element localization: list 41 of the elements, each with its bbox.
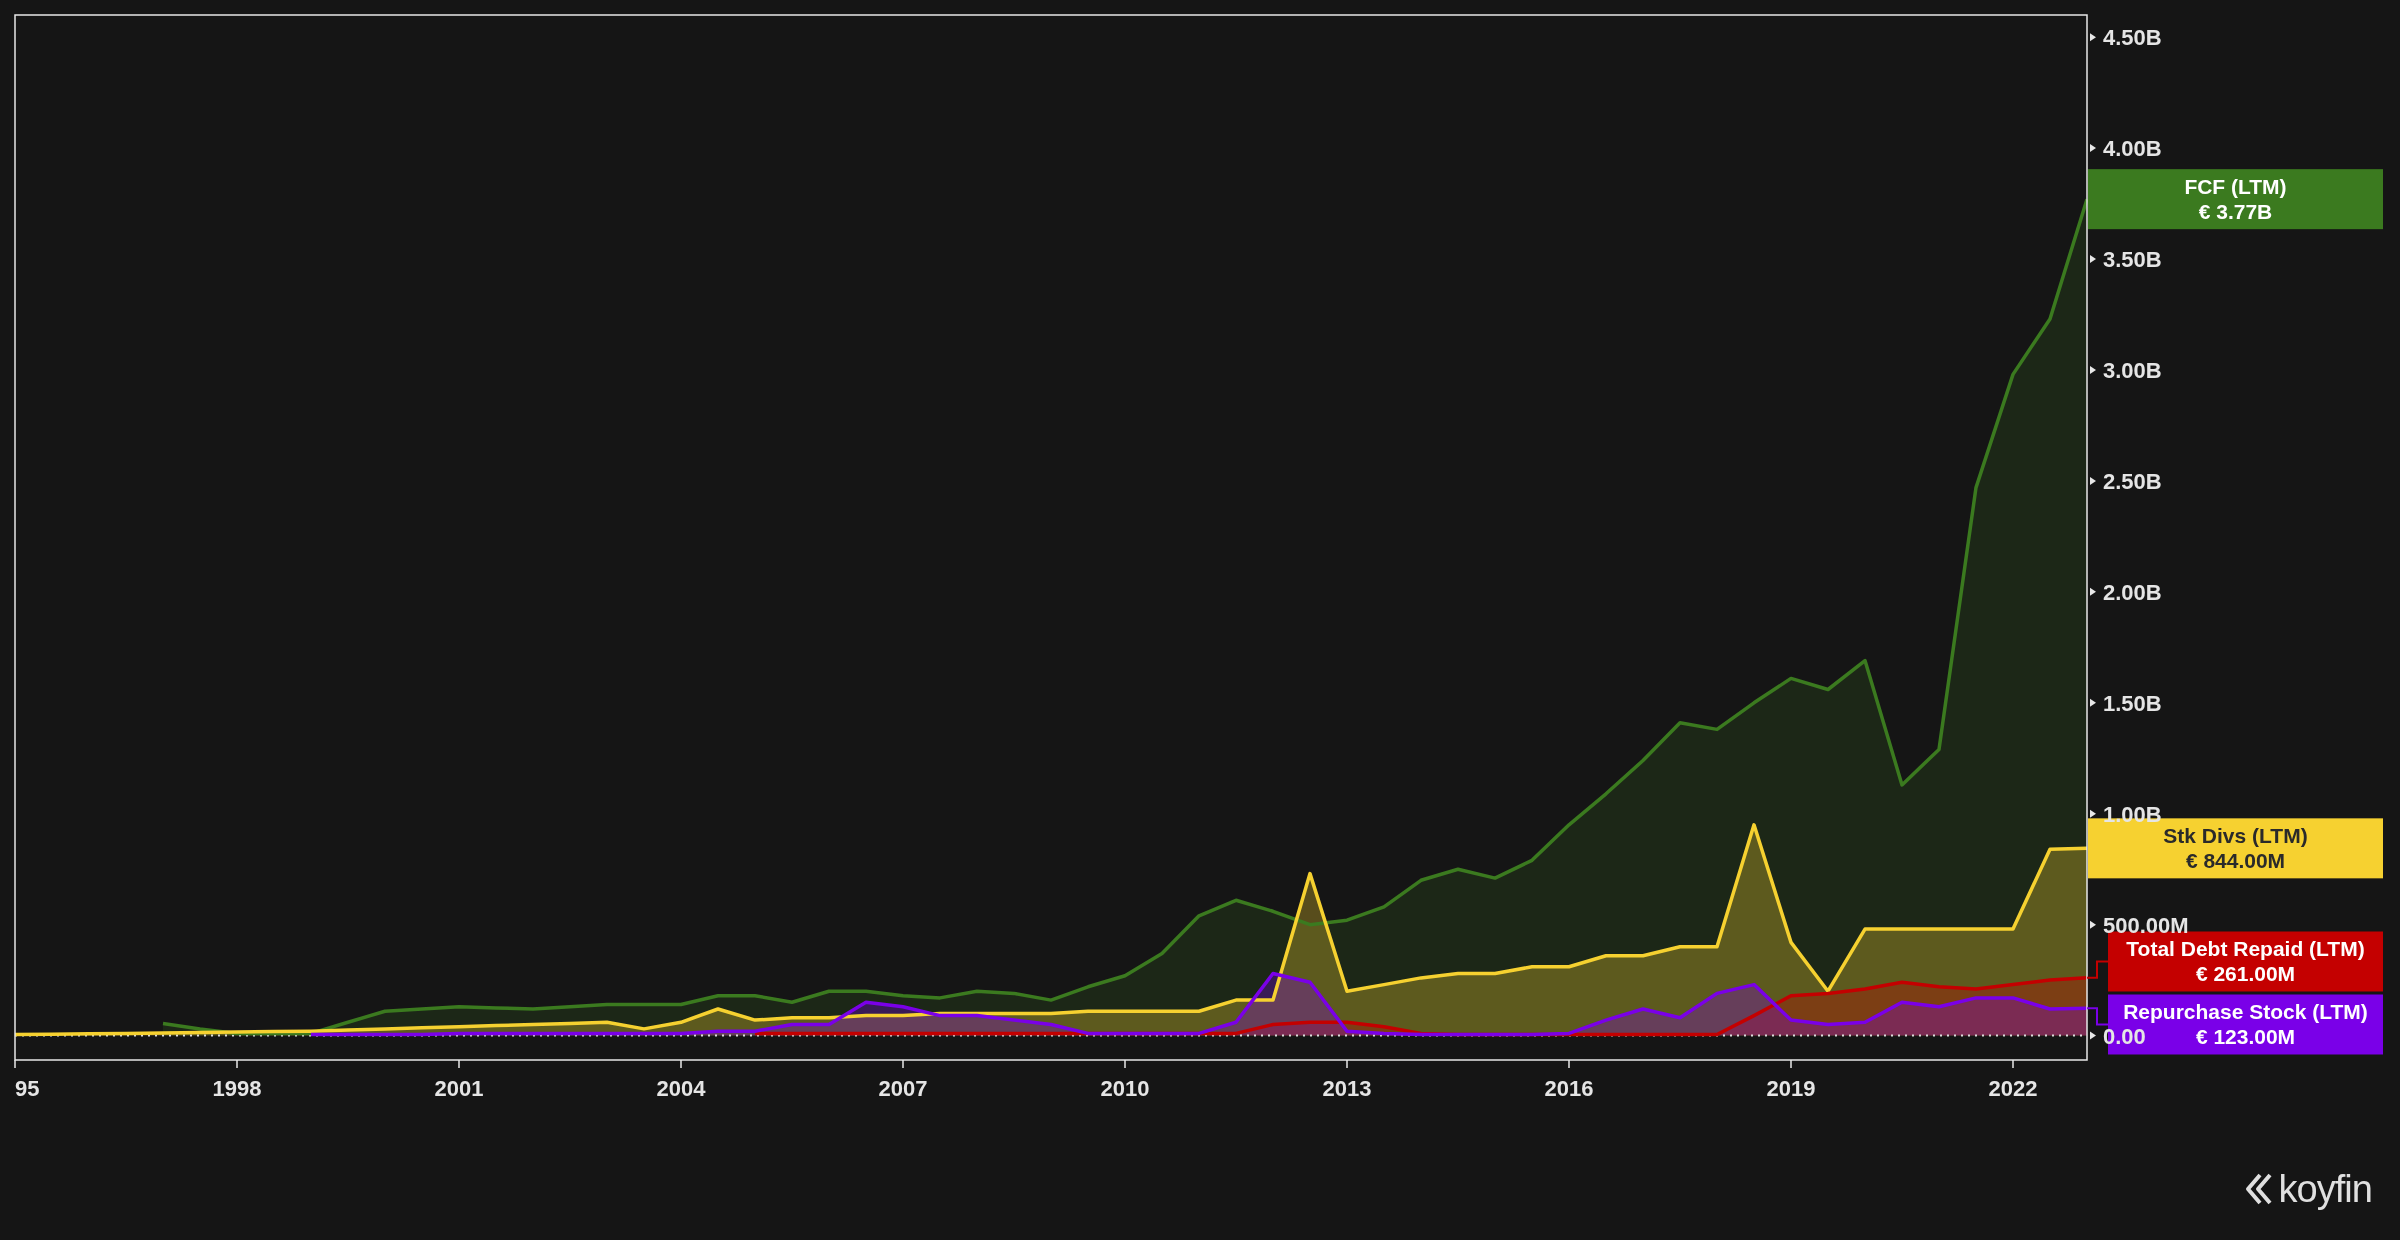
y-tick-icon <box>2090 920 2096 929</box>
y-axis-label: 2.50B <box>2103 468 2162 494</box>
x-axis-label: 2019 <box>1766 1076 1816 1101</box>
x-tick <box>1346 1059 1348 1069</box>
x-tick <box>236 1059 238 1069</box>
x-axis-label: 2004 <box>656 1076 706 1101</box>
y-tick-icon <box>2090 809 2096 818</box>
x-tick <box>902 1059 904 1069</box>
x-axis-label: 2013 <box>1322 1076 1372 1101</box>
leader-line <box>2086 960 2109 979</box>
x-axis-label: 2022 <box>1988 1076 2038 1101</box>
x-tick <box>458 1059 460 1069</box>
y-axis-label: 3.50B <box>2103 247 2162 273</box>
y-tick-icon <box>2090 476 2096 485</box>
x-tick <box>1124 1059 1126 1069</box>
x-tick <box>1790 1059 1792 1069</box>
y-axis-label: 4.50B <box>2103 25 2162 51</box>
y-axis-label: 2.00B <box>2103 579 2162 605</box>
series-label: Repurchase Stock (LTM) <box>2123 1000 2368 1024</box>
y-tick-icon <box>2090 1031 2096 1040</box>
x-tick <box>2012 1059 2014 1069</box>
x-axis-label: 2001 <box>434 1076 484 1101</box>
x-tick <box>680 1059 682 1069</box>
y-tick-icon <box>2090 255 2096 264</box>
y-tick-icon <box>2090 144 2096 153</box>
y-tick-icon <box>2090 366 2096 374</box>
brand-name: koyfin <box>2278 1170 2372 1208</box>
x-axis-label: 2010 <box>1100 1076 1150 1101</box>
y-axis-label: 1.50B <box>2103 690 2162 716</box>
x-tick <box>14 1059 16 1069</box>
y-axis-label: 4.00B <box>2103 136 2162 162</box>
x-axis-label: 2007 <box>878 1076 928 1101</box>
x-axis-label: 2016 <box>1544 1076 1594 1101</box>
series-value-tag: FCF (LTM) € 3.77B <box>2088 169 2383 230</box>
y-tick-icon <box>2090 33 2096 42</box>
x-axis-label: 1998 <box>212 1076 262 1101</box>
y-tick-icon <box>2090 587 2096 596</box>
x-tick <box>1568 1059 1570 1069</box>
y-tick-icon <box>2090 698 2096 707</box>
y-axis-label: 3.00B <box>2103 358 2162 383</box>
x-axis-label: 95 <box>15 1076 40 1101</box>
